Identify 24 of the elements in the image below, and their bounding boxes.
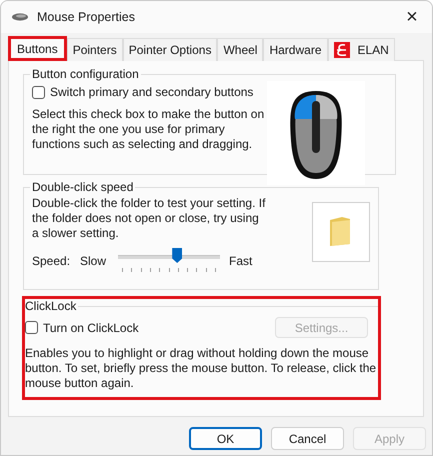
description-text: Enables you to highlight or drag without holding down the mouse button. To set, briefly press the mouse button. To release, click the mouse button again. [25, 346, 378, 391]
group-title: Double-click speed [31, 180, 134, 194]
description-text: Double-click the folder to test your setting. If the folder does not open or close, try using a slower setting. [32, 196, 266, 241]
close-button[interactable]: × [392, 1, 432, 33]
tab[interactable]: Buttons [8, 36, 67, 61]
fast-label: Fast [229, 254, 252, 268]
tab[interactable]: Wheel [217, 38, 264, 61]
group-title: Button configuration [31, 67, 140, 81]
tab[interactable]: Pointers [66, 38, 123, 61]
speed-label: Speed: [32, 254, 72, 268]
clicklock-checkbox[interactable]: Turn on ClickLock [25, 320, 139, 334]
description-text: Select this check box to make the button on the right the one you use for primary functions such as selecting and dragging. [32, 107, 266, 152]
dialog-button[interactable]: OK [189, 427, 262, 450]
window-title: Mouse Properties [37, 10, 136, 24]
speed-slider[interactable] [118, 249, 220, 273]
slow-label: Slow [80, 254, 106, 268]
mouse-icon [11, 12, 29, 22]
switch-buttons-checkbox[interactable]: Switch primary and secondary buttons [32, 85, 267, 99]
tab[interactable]: Hardware [263, 38, 328, 61]
tab[interactable]: ELAN [328, 38, 395, 61]
tab[interactable]: Pointer Options [122, 38, 218, 61]
dialog-button[interactable]: Cancel [271, 427, 344, 450]
group-title: ClickLock [24, 299, 78, 313]
logo-icon [334, 42, 350, 58]
